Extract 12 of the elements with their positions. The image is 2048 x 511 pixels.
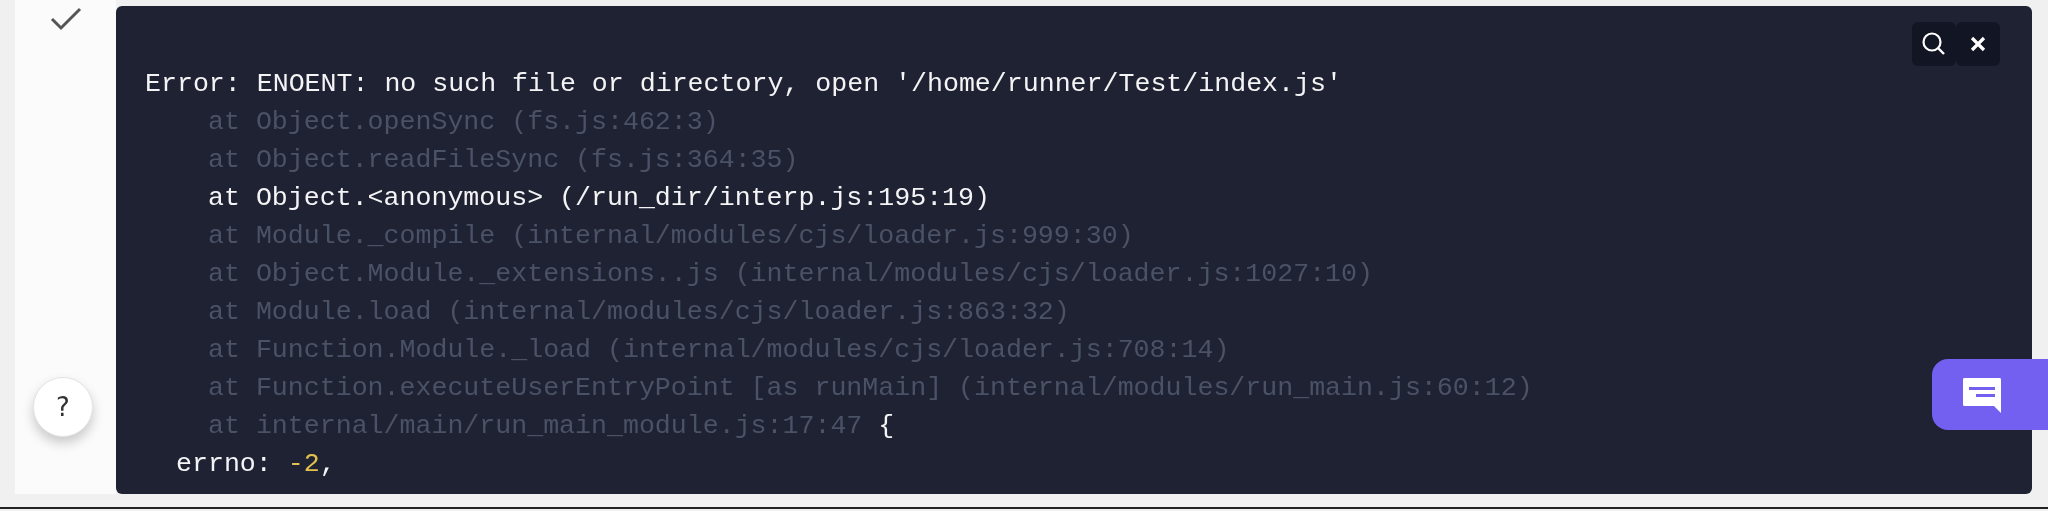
- chat-bubble-icon: [1961, 375, 2003, 414]
- comma: ,: [319, 448, 336, 481]
- property-value: -2: [287, 448, 320, 481]
- property-key: errno:: [176, 445, 288, 483]
- close-button[interactable]: [1956, 22, 2000, 66]
- brace: {: [877, 410, 895, 443]
- search-icon: [1921, 31, 1947, 57]
- search-button[interactable]: [1912, 22, 1956, 66]
- chat-button[interactable]: [1932, 359, 2048, 430]
- error-message: Error: ENOENT: no such file or directory, open '/home/runner/Test/index.js': [145, 68, 1342, 101]
- stack-frame: at Object.<anonymous> (/run_dir/interp.js:195:19): [208, 179, 990, 217]
- close-icon: [1968, 34, 1988, 54]
